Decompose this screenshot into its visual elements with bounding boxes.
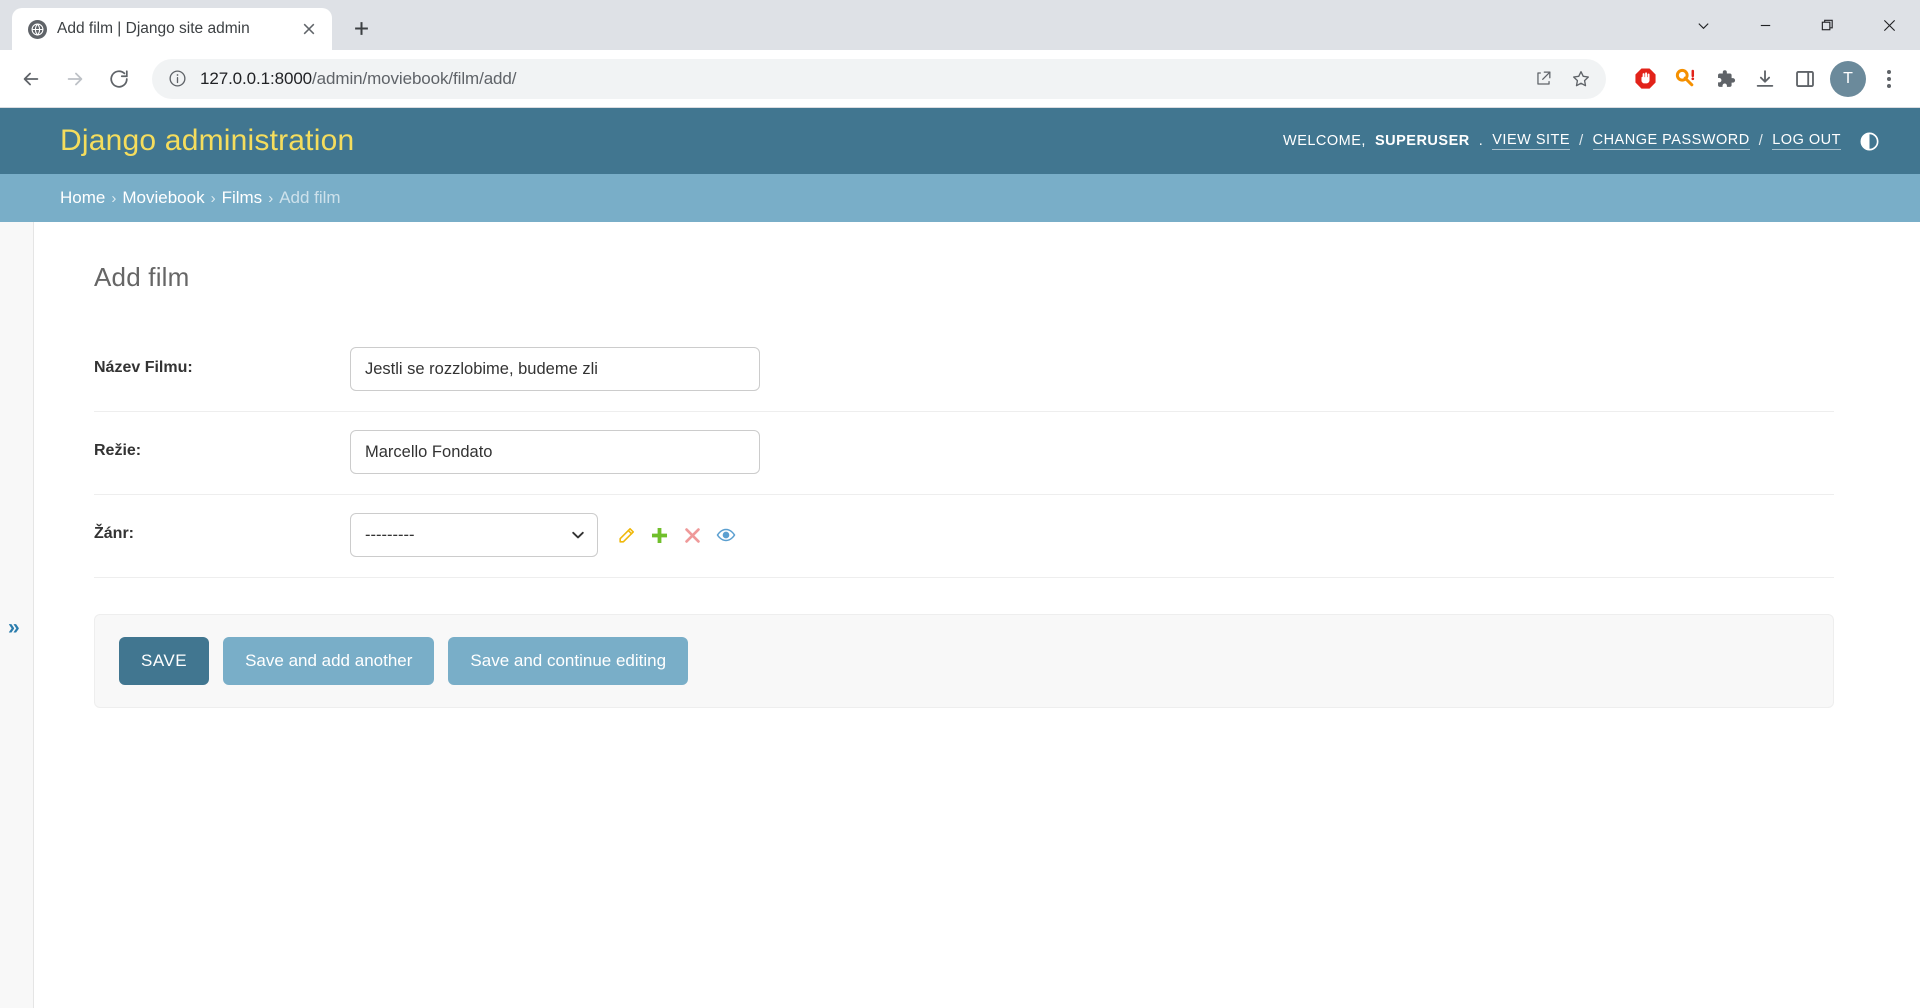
save-and-continue-editing-button[interactable]: Save and continue editing [448, 637, 689, 685]
django-body: » Add film Název Filmu: Režie: [0, 222, 1920, 1008]
view-site-link[interactable]: View site [1492, 132, 1571, 150]
collapsed-sidebar: » [0, 222, 34, 1008]
form-row-rezie: Režie: [94, 412, 1834, 495]
label-rezie: Režie: [94, 442, 142, 459]
url-path: /admin/moviebook/film/add/ [312, 68, 517, 88]
side-panel-icon[interactable] [1788, 62, 1822, 96]
reload-icon[interactable] [98, 58, 140, 100]
globe-icon [28, 19, 47, 39]
adblock-icon[interactable] [1628, 62, 1662, 96]
theme-toggle-icon[interactable] [1858, 130, 1880, 152]
browser-window: Add film | Django site admin 127.0.0.1:8… [0, 0, 1920, 1008]
breadcrumb-item-home[interactable]: Home [60, 188, 105, 208]
close-window-icon[interactable] [1858, 0, 1920, 50]
new-tab-button[interactable] [342, 9, 380, 47]
extension-icons [1618, 62, 1822, 96]
breadcrumb-item-current: Add film [279, 188, 341, 207]
zanr-select[interactable]: --------- [350, 513, 598, 557]
sidebar-expand-toggle[interactable]: » [8, 617, 20, 638]
three-dot-menu-icon[interactable] [1872, 62, 1906, 96]
password-key-icon[interactable] [1668, 62, 1702, 96]
breadcrumb-separator: › [210, 189, 216, 207]
nazev-filmu-input[interactable] [350, 347, 760, 391]
delete-related-icon[interactable] [682, 525, 703, 546]
main-content: Add film Název Filmu: Režie: [34, 222, 1920, 1008]
username: SUPERUSER [1374, 133, 1470, 149]
address-bar[interactable]: 127.0.0.1:8000/admin/moviebook/film/add/ [152, 58, 1606, 99]
usertools-separator-2: / [1758, 133, 1764, 149]
breadcrumb-separator: › [268, 189, 274, 207]
tab-title: Add film | Django site admin [57, 20, 250, 37]
bookmark-star-icon[interactable] [1564, 62, 1598, 96]
breadcrumb-item-films[interactable]: Films [222, 188, 263, 208]
field-zanr: --------- [350, 513, 736, 557]
log-out-link[interactable]: Log out [1772, 132, 1841, 150]
avatar-initial: T [1843, 69, 1853, 87]
tab-strip: Add film | Django site admin [0, 0, 1920, 50]
forward-arrow-icon[interactable] [54, 58, 96, 100]
restore-window-icon[interactable] [1796, 0, 1858, 50]
usertools-separator-1: / [1579, 133, 1584, 149]
welcome-text: Welcome, [1283, 133, 1366, 149]
site-information-icon[interactable] [166, 68, 188, 90]
extensions-puzzle-icon[interactable] [1708, 62, 1742, 96]
django-admin-page: Django administration Welcome, SUPERUSER… [0, 108, 1920, 1008]
minimize-window-icon[interactable] [1734, 0, 1796, 50]
tab-search-chevron-down-icon[interactable] [1672, 0, 1734, 50]
user-tools: Welcome, SUPERUSER. View site / Change p… [1283, 130, 1880, 152]
django-header: Django administration Welcome, SUPERUSER… [0, 108, 1920, 174]
related-widget-wrapper [616, 525, 736, 546]
breadcrumb: Home › Moviebook › Films › Add film [0, 174, 1920, 222]
profile-avatar[interactable]: T [1830, 60, 1866, 97]
browser-toolbar: 127.0.0.1:8000/admin/moviebook/film/add/ [0, 50, 1920, 108]
view-related-icon[interactable] [715, 525, 736, 546]
browser-tab-active[interactable]: Add film | Django site admin [12, 8, 332, 50]
form-row-zanr: Žánr: --------- [94, 495, 1834, 578]
change-password-link[interactable]: Change password [1592, 132, 1750, 150]
change-related-icon[interactable] [616, 525, 637, 546]
submit-row: Save Save and add another Save and conti… [94, 614, 1834, 708]
window-controls [1672, 0, 1920, 50]
field-rezie [350, 430, 760, 474]
rezie-input[interactable] [350, 430, 760, 474]
breadcrumb-item-moviebook[interactable]: Moviebook [122, 188, 204, 208]
breadcrumb-separator: › [111, 189, 117, 207]
save-button[interactable]: Save [119, 637, 210, 685]
back-arrow-icon[interactable] [10, 58, 52, 100]
label-nazev-filmu: Název Filmu: [94, 359, 193, 376]
add-related-icon[interactable] [649, 525, 670, 546]
close-tab-icon[interactable] [296, 16, 322, 42]
share-icon[interactable] [1526, 62, 1560, 96]
form-row-nazev-filmu: Název Filmu: [94, 335, 1834, 412]
welcome-period: . [1478, 133, 1484, 149]
page-title: Add film [94, 262, 190, 292]
downloads-icon[interactable] [1748, 62, 1782, 96]
field-nazev-filmu [350, 347, 760, 391]
film-form: Název Filmu: Režie: Žánr: [94, 335, 1834, 708]
label-zanr: Žánr: [94, 525, 134, 542]
site-branding[interactable]: Django administration [60, 124, 354, 158]
omnibox-actions [1526, 62, 1598, 96]
zanr-select-wrapper: --------- [350, 513, 598, 557]
url-text: 127.0.0.1:8000/admin/moviebook/film/add/ [200, 69, 1514, 89]
save-and-add-another-button[interactable]: Save and add another [223, 637, 435, 685]
url-host: 127.0.0.1:8000 [200, 68, 313, 88]
